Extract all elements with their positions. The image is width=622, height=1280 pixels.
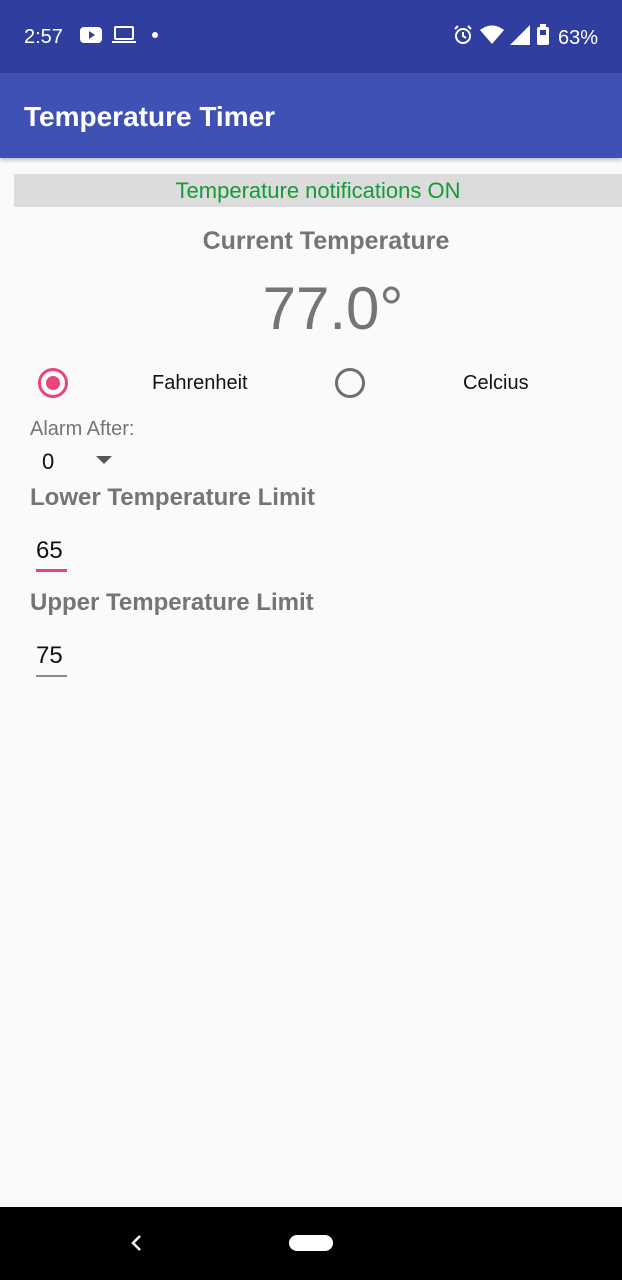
upper-limit-input[interactable] bbox=[36, 637, 67, 677]
alarm-after-label: Alarm After: bbox=[30, 418, 135, 440]
notification-status-banner: Temperature notifications ON bbox=[14, 174, 622, 207]
current-temperature-value: 77.0° bbox=[262, 275, 404, 342]
status-right-icons: 63% bbox=[452, 24, 598, 51]
status-time: 2:57 bbox=[24, 26, 63, 48]
laptop-icon bbox=[112, 26, 136, 49]
fahrenheit-radio[interactable] bbox=[38, 368, 68, 398]
lower-limit-input[interactable] bbox=[36, 532, 67, 572]
navigation-bar bbox=[0, 1207, 622, 1280]
celcius-radio[interactable] bbox=[335, 368, 365, 398]
back-icon[interactable] bbox=[124, 1229, 148, 1257]
battery-icon bbox=[536, 24, 550, 51]
alarm-icon bbox=[452, 24, 474, 51]
battery-percent: 63% bbox=[557, 26, 598, 49]
wifi-icon bbox=[479, 25, 504, 50]
lower-limit-label: Lower Temperature Limit bbox=[30, 484, 315, 511]
status-bar: 2:57 63% bbox=[0, 0, 622, 73]
app-bar: Temperature Timer bbox=[0, 73, 622, 158]
status-left-icons bbox=[80, 26, 164, 49]
current-temperature-label: Current Temperature bbox=[202, 227, 450, 255]
dropdown-arrow-icon bbox=[96, 456, 112, 464]
alarm-after-value: 0 bbox=[42, 449, 55, 474]
alarm-after-dropdown[interactable]: 0 bbox=[30, 446, 120, 478]
app-title: Temperature Timer bbox=[24, 101, 276, 132]
celcius-label[interactable]: Celcius bbox=[463, 370, 529, 396]
home-pill-icon[interactable] bbox=[289, 1235, 333, 1251]
fahrenheit-label[interactable]: Fahrenheit bbox=[152, 370, 248, 396]
upper-limit-label: Upper Temperature Limit bbox=[30, 589, 314, 616]
dot-icon bbox=[146, 26, 164, 49]
youtube-icon bbox=[80, 27, 102, 48]
signal-icon bbox=[509, 25, 530, 50]
